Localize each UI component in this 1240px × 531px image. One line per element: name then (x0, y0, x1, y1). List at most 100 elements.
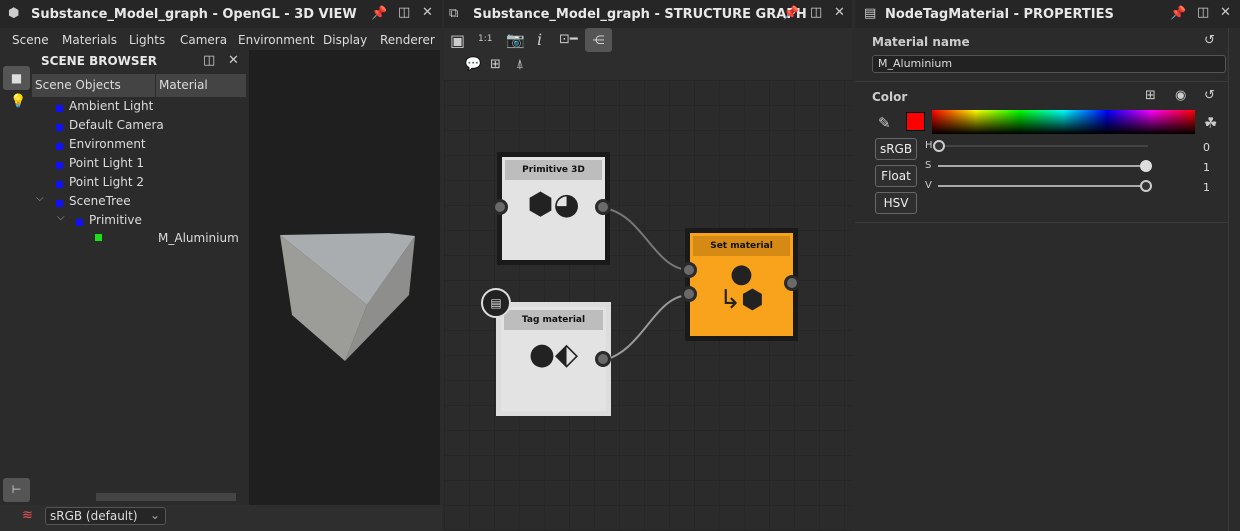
cube-icon: ⬢ (8, 6, 20, 21)
tree-item-environment[interactable]: Environment (54, 137, 146, 156)
node-title: Tag material (504, 310, 603, 330)
tree-item-primitive[interactable]: Primitive (74, 213, 142, 232)
link-tag-to-set (603, 294, 691, 361)
reset-icon[interactable]: ↺ (1204, 33, 1215, 48)
eyedropper-icon[interactable]: ✎ (878, 114, 891, 132)
close-icon[interactable]: ✕ (422, 5, 433, 20)
scrollbar-track[interactable] (1228, 28, 1229, 531)
colorspace-value: sRGB (default) (50, 509, 138, 523)
camera-icon: ■ (10, 71, 23, 85)
node-set-material[interactable]: Set material ● ↳⬢ (685, 228, 798, 341)
tree-label: SceneTree (69, 194, 131, 208)
document-icon: ▤ (864, 6, 877, 21)
reset-icon[interactable]: ↺ (1204, 88, 1215, 103)
close-icon[interactable]: ✕ (228, 53, 239, 68)
frame-icon[interactable]: ⊞ (490, 57, 501, 72)
maximize-icon[interactable]: ◫ (398, 5, 410, 20)
tree-item-scenetree[interactable]: SceneTree (54, 194, 131, 213)
close-icon[interactable]: ✕ (834, 5, 845, 20)
chevron-down-icon[interactable]: ⌵ (57, 212, 65, 223)
column-material[interactable]: Material (156, 74, 246, 97)
tree-item-ambient-light[interactable]: Ambient Light (54, 99, 153, 118)
output-port[interactable] (595, 199, 611, 215)
value-slider-handle[interactable] (1140, 180, 1152, 192)
lightbulb-icon[interactable]: 💡 (10, 94, 26, 109)
hue-slider-track[interactable] (938, 145, 1148, 147)
properties-title: NodeTagMaterial - PROPERTIES (885, 7, 1114, 22)
output-port[interactable] (595, 351, 611, 367)
input-port[interactable] (681, 286, 697, 302)
input-port[interactable] (492, 199, 508, 215)
pin-icon[interactable]: 📌 (783, 6, 799, 21)
chevron-down-icon: ⌄ (149, 508, 160, 522)
camera-tab[interactable]: ■ (3, 66, 30, 90)
close-icon[interactable]: ✕ (1220, 5, 1231, 20)
saturation-value: 1 (1203, 161, 1210, 174)
slider-label-v: V (925, 180, 932, 191)
comment-icon[interactable]: 💬 (465, 57, 481, 72)
output-port[interactable] (784, 275, 800, 291)
saturation-slider-handle[interactable] (1140, 160, 1152, 172)
hue-slider-handle[interactable] (933, 140, 945, 152)
column-label: Material (159, 78, 208, 92)
material-indicator (95, 234, 102, 241)
value-slider-track[interactable] (938, 185, 1148, 187)
menu-environment[interactable]: Environment (238, 33, 315, 47)
maximize-icon[interactable]: ◫ (203, 53, 215, 68)
visibility-icon[interactable]: ◉ (1175, 88, 1186, 103)
tree-view-tab[interactable]: ⊢ (3, 478, 30, 502)
menu-renderer[interactable]: Renderer (380, 33, 435, 47)
color-palette-icon[interactable]: ☘ (1204, 114, 1217, 132)
tree-label: Default Camera (69, 118, 164, 132)
tree-label: Environment (69, 137, 146, 151)
3d-viewport[interactable] (249, 50, 440, 505)
menu-materials[interactable]: Materials (62, 33, 117, 47)
value-value: 1 (1203, 181, 1210, 194)
colorspace-select[interactable]: sRGB (default) ⌄ (45, 507, 166, 525)
document-icon[interactable]: ▤ (481, 288, 511, 318)
hierarchy-icon: ⊢ (11, 483, 22, 496)
srgb-button[interactable]: sRGB (875, 138, 917, 160)
fit-view-icon[interactable]: ▣ (450, 31, 465, 50)
node-tag-material[interactable]: Tag material ●⬖ (496, 302, 611, 416)
tree-label: Ambient Light (69, 99, 154, 113)
pin-icon[interactable]: 📌 (1170, 6, 1186, 21)
color-swatch[interactable] (906, 112, 925, 131)
layout-button[interactable]: ⋲ (585, 28, 612, 52)
add-input-icon[interactable]: ⊞ (1145, 88, 1156, 103)
pin-node-icon[interactable]: ⍋ (516, 57, 524, 72)
material-cell[interactable]: M_Aluminium (158, 231, 239, 245)
tree-item-point-light-2[interactable]: Point Light 2 (54, 175, 144, 194)
color-label: Color (872, 90, 908, 104)
node-primitive-3d[interactable]: Primitive 3D ⬢◕ (497, 152, 610, 265)
divider (855, 81, 1228, 82)
color-spectrum[interactable] (932, 110, 1195, 134)
menu-scene[interactable]: Scene (12, 33, 49, 47)
column-scene-objects[interactable]: Scene Objects (32, 74, 155, 97)
info-icon[interactable]: i (537, 30, 542, 49)
hsv-button[interactable]: HSV (875, 192, 917, 214)
zoom-1-1-button[interactable]: 1:1 (478, 34, 492, 44)
menu-camera[interactable]: Camera (180, 33, 227, 47)
tree-label: Point Light 2 (69, 175, 145, 189)
primitive-icon: ⬢◕ (527, 187, 580, 222)
horizontal-scrollbar[interactable] (96, 493, 236, 501)
tree-item-point-light-1[interactable]: Point Light 1 (54, 156, 144, 175)
maximize-icon[interactable]: ◫ (1197, 5, 1209, 20)
tree-item-default-camera[interactable]: Default Camera (54, 118, 164, 137)
menu-lights[interactable]: Lights (129, 33, 165, 47)
node-link-icon[interactable]: ⊡━ (559, 32, 578, 47)
input-port[interactable] (681, 262, 697, 278)
saturation-slider-track[interactable] (938, 165, 1148, 167)
camera-icon[interactable]: 📷 (506, 31, 525, 49)
menu-display[interactable]: Display (323, 33, 367, 47)
material-name-input[interactable]: M_Aluminium (872, 55, 1226, 73)
chevron-down-icon[interactable]: ⌵ (36, 193, 44, 204)
float-button[interactable]: Float (875, 165, 917, 187)
maximize-icon[interactable]: ◫ (810, 5, 822, 20)
tag-material-icon: ●⬖ (528, 337, 579, 372)
layers-icon[interactable]: ≋ (22, 508, 33, 523)
pin-icon[interactable]: 📌 (371, 6, 387, 21)
material-name-label: Material name (872, 35, 970, 49)
hue-value: 0 (1203, 141, 1210, 154)
